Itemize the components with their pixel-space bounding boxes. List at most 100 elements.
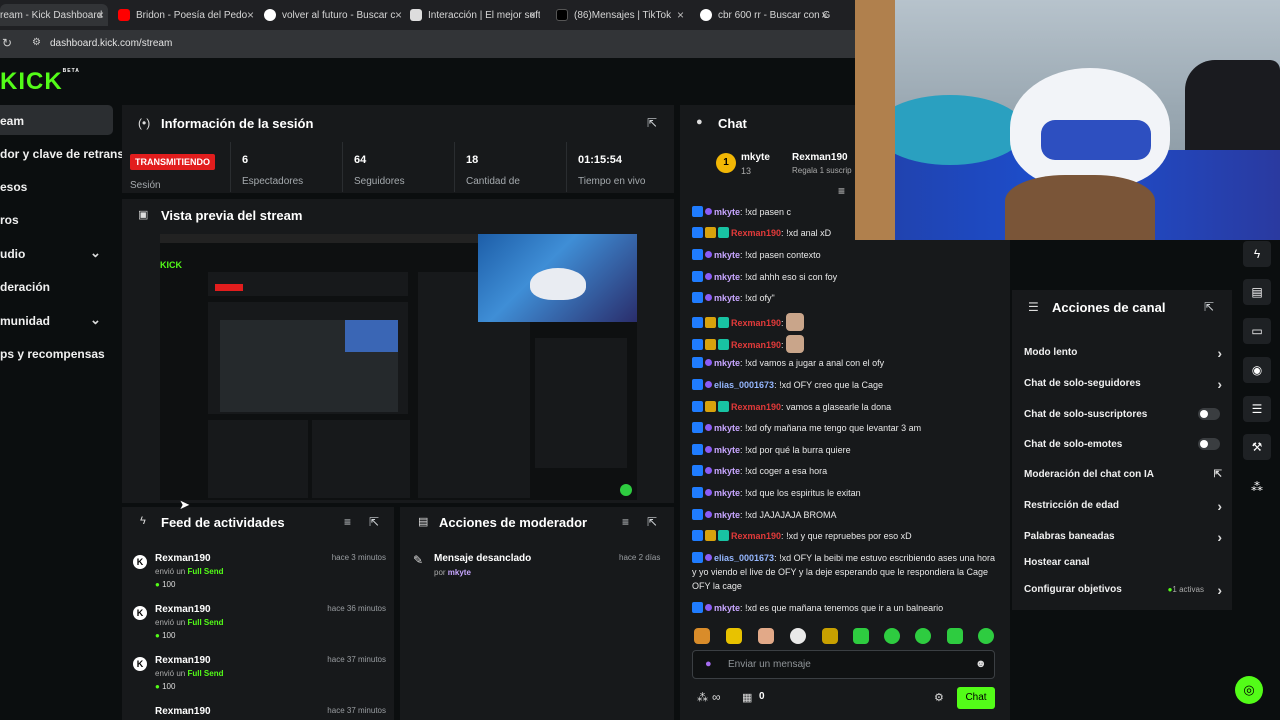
sidebar-item-comunidad[interactable]: munidad ⌄: [0, 312, 110, 328]
emote-icon[interactable]: [978, 628, 994, 644]
chat-username[interactable]: mkyte: [714, 250, 740, 260]
send-chat-button[interactable]: Chat: [957, 687, 995, 709]
kick-logo[interactable]: KICKBETA: [0, 68, 80, 96]
site-info-icon[interactable]: ⚙: [32, 37, 41, 48]
emote-icon[interactable]: [694, 628, 710, 644]
apps-rail-icon[interactable]: ⁂: [1243, 474, 1271, 500]
mod-user[interactable]: mkyte: [448, 568, 471, 577]
chat-username[interactable]: elias_0001673: [714, 380, 774, 390]
chat-message: mkyte: !xd JAJAJAJA BROMA: [692, 508, 997, 522]
popout-icon[interactable]: ⇱: [647, 116, 657, 130]
followers-only-item[interactable]: Chat de solo-seguidores ›: [1024, 376, 1222, 392]
filter-icon[interactable]: ≡: [344, 515, 351, 529]
reload-icon[interactable]: ↻: [2, 36, 12, 50]
chat-filter-icon[interactable]: ≡: [838, 184, 845, 198]
dot-badge-icon: [705, 381, 712, 388]
chat-username[interactable]: mkyte: [714, 603, 740, 613]
subscribers-only-toggle[interactable]: [1198, 408, 1220, 420]
filter-icon[interactable]: ≡: [622, 515, 629, 529]
chat-username[interactable]: mkyte: [714, 423, 740, 433]
chat-username[interactable]: Rexman190: [731, 402, 781, 412]
pinned-user[interactable]: mkyte: [741, 152, 770, 163]
chat-username[interactable]: elias_0001673: [714, 553, 774, 563]
tab-tiktok[interactable]: (86)Mensajes | TikTok ×: [556, 4, 688, 26]
url-text[interactable]: dashboard.kick.com/stream: [50, 38, 172, 49]
document-rail-icon[interactable]: ▤: [1243, 279, 1271, 305]
chat-username[interactable]: mkyte: [714, 207, 740, 217]
broadcast-rail-icon[interactable]: ◉: [1243, 357, 1271, 383]
chat-username[interactable]: mkyte: [714, 488, 740, 498]
wrench-rail-icon[interactable]: ⚒: [1243, 434, 1271, 460]
sidebar-item-miembros[interactable]: ros: [0, 213, 19, 227]
emote-icon[interactable]: [947, 628, 963, 644]
close-tab-icon[interactable]: ×: [97, 8, 104, 22]
ai-moderation-item[interactable]: Moderación del chat con IA ⇱: [1024, 469, 1222, 480]
microphone-icon[interactable]: ●: [705, 658, 712, 670]
sidebar-item-moderacion[interactable]: deración: [0, 280, 50, 294]
settings-gear-icon[interactable]: ⚙: [934, 691, 944, 704]
close-tab-icon[interactable]: ×: [395, 8, 402, 22]
chat-username[interactable]: mkyte: [714, 466, 740, 476]
chat-username[interactable]: Rexman190: [731, 340, 781, 350]
sidebar-item-tips-recompensas[interactable]: ps y recompensas: [0, 347, 105, 361]
points-icon[interactable]: ⁂: [697, 691, 708, 704]
chat-username[interactable]: mkyte: [714, 445, 740, 455]
emote-icon[interactable]: [884, 628, 900, 644]
gifter-user[interactable]: Rexman190: [792, 152, 848, 163]
chat-username[interactable]: Rexman190: [731, 228, 781, 238]
emote-icon[interactable]: [822, 628, 838, 644]
close-tab-icon[interactable]: ×: [247, 8, 254, 22]
emote-icon[interactable]: [853, 628, 869, 644]
tab-cbr600rr[interactable]: cbr 600 rr - Buscar con G ×: [700, 4, 832, 26]
banned-words-item[interactable]: Palabras baneadas ›: [1024, 529, 1222, 545]
youtube-icon: [118, 9, 130, 21]
chat-username[interactable]: Rexman190: [731, 318, 781, 328]
support-chat-icon[interactable]: ◎: [1235, 676, 1263, 704]
chat-input[interactable]: ● Enviar un mensaje ☻: [692, 650, 995, 679]
goals-item[interactable]: Configurar objetivos ●1 activas ›: [1024, 582, 1222, 598]
emote-icon[interactable]: [726, 628, 742, 644]
feed-user[interactable]: Rexman190: [155, 706, 211, 717]
sidebar-item-stream[interactable]: eam: [0, 114, 24, 128]
dot-badge-icon: [705, 467, 712, 474]
popout-icon[interactable]: ⇱: [369, 515, 379, 529]
chat-username[interactable]: mkyte: [714, 272, 740, 282]
popout-icon[interactable]: ⇱: [1204, 300, 1214, 314]
feed-user[interactable]: Rexman190: [155, 655, 211, 666]
sidebar-item-server-key[interactable]: dor y clave de retransm: [0, 147, 135, 161]
host-channel-item[interactable]: Hostear canal: [1024, 557, 1222, 568]
tab-volver-al-futuro[interactable]: volver al futuro - Buscar c ×: [264, 4, 406, 26]
verified-badge-icon: [692, 552, 703, 563]
list-rail-icon[interactable]: ☰: [1243, 396, 1271, 422]
emoji-picker-icon[interactable]: ☻: [975, 658, 987, 670]
feed-user[interactable]: Rexman190: [155, 553, 211, 564]
chat-username[interactable]: Rexman190: [731, 531, 781, 541]
tab-interaccion[interactable]: Interacción | El mejor soft ×: [410, 4, 540, 26]
tab-title: Bridon - Poesía del Pedo: [136, 9, 248, 21]
sub-badge-icon: [718, 401, 729, 412]
emotes-only-toggle[interactable]: [1198, 438, 1220, 450]
sidebar-item-estudio[interactable]: udio ⌄: [0, 245, 110, 261]
gift-icon[interactable]: ▦: [742, 691, 752, 704]
chat-text: !xd por qué la burra quiere: [745, 445, 851, 455]
close-tab-icon[interactable]: ×: [821, 8, 828, 22]
chat-username[interactable]: mkyte: [714, 358, 740, 368]
close-tab-icon[interactable]: ×: [677, 8, 684, 22]
emote-icon[interactable]: [915, 628, 931, 644]
emote-icon[interactable]: [758, 628, 774, 644]
slow-mode-item[interactable]: Modo lento ›: [1024, 345, 1222, 361]
tab-kick-dashboard[interactable]: ream - Kick Dashboard ×: [0, 4, 108, 26]
chat-username[interactable]: mkyte: [714, 293, 740, 303]
chat-username[interactable]: mkyte: [714, 510, 740, 520]
close-tab-icon[interactable]: ×: [529, 8, 536, 22]
tab-title: Interacción | El mejor soft: [428, 9, 540, 21]
feed-user[interactable]: Rexman190: [155, 604, 211, 615]
chat-rail-icon[interactable]: ▭: [1243, 318, 1271, 344]
stream-preview-video[interactable]: KICK: [160, 234, 637, 500]
sidebar-item-ingresos[interactable]: esos: [0, 180, 27, 194]
popout-icon[interactable]: ⇱: [647, 515, 657, 529]
tab-bridon[interactable]: Bridon - Poesía del Pedo ×: [118, 4, 258, 26]
lightning-rail-icon[interactable]: ϟ: [1243, 241, 1271, 267]
emote-icon[interactable]: [790, 628, 806, 644]
age-restriction-item[interactable]: Restricción de edad ›: [1024, 498, 1222, 514]
